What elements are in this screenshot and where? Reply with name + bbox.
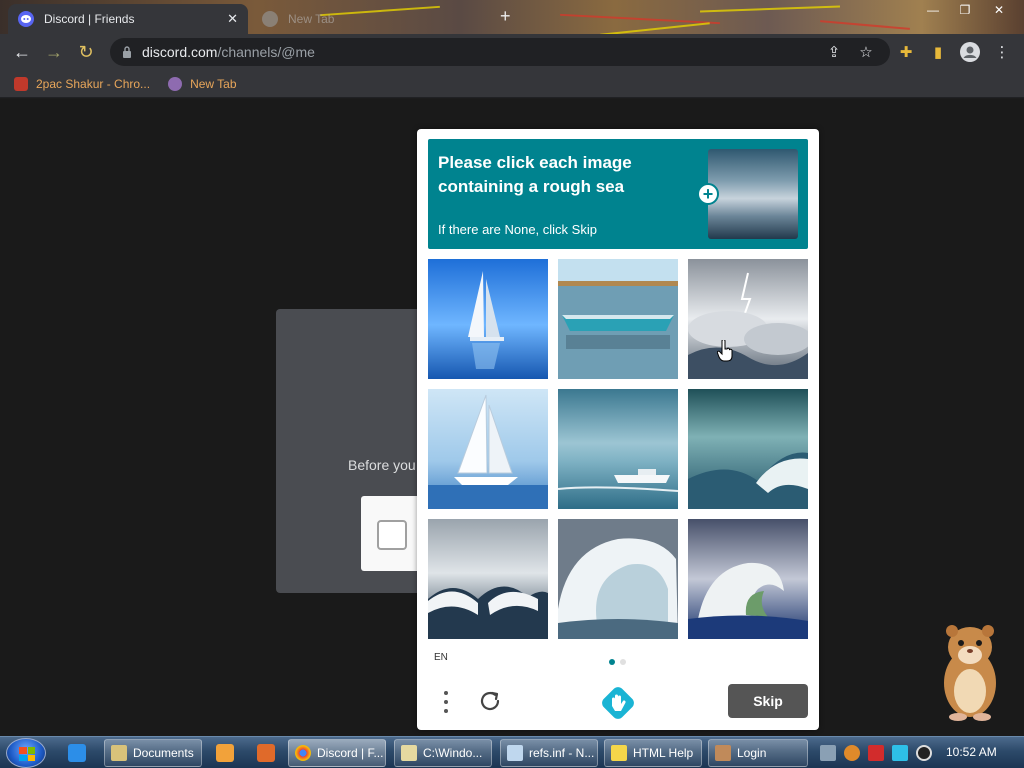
grid-image-6[interactable] [688,389,808,509]
example-image [708,149,798,239]
minimize-icon[interactable]: — [918,0,948,20]
grid-image-3[interactable] [688,259,808,379]
grid-image-5[interactable] [558,389,678,509]
chrome-icon [295,745,311,761]
bookmark-favicon-icon [168,76,183,91]
grid-image-9[interactable] [688,519,808,639]
menu-dots-icon[interactable] [441,691,451,717]
taskbar-item-explorer[interactable]: C:\Windo... [394,739,492,767]
internet-explorer-icon[interactable] [68,744,86,762]
profile-avatar-icon[interactable] [960,42,980,62]
app-launcher-icon[interactable] [257,744,275,762]
bookmark-2pac[interactable]: 2pac Shakur - Chro... [14,76,151,91]
browser-tab-strip: Discord | Friends ✕ New Tab + — ❐ ✕ [0,0,1024,34]
tray-flag-icon[interactable] [868,745,884,761]
captcha-checkbox[interactable] [377,520,407,550]
page-indicator [609,659,626,665]
forward-arrow-icon[interactable]: → [38,36,70,68]
verification-text: Before you [348,457,416,473]
taskbar-clock[interactable]: 10:52 AM [946,745,997,759]
extensions-puzzle-icon[interactable]: ✚ [896,42,916,62]
taskbar-item-documents[interactable]: Documents [104,739,202,767]
tray-volume-icon[interactable] [916,745,932,761]
grid-image-4[interactable] [428,389,548,509]
close-tab-icon[interactable]: ✕ [227,11,238,27]
grid-image-1[interactable] [428,259,548,379]
tab-new-tab[interactable]: New Tab [252,4,492,34]
challenge-title: Please click each image containing a rou… [438,153,632,196]
new-tab-favicon-icon [262,11,278,27]
challenge-prompt: Please click each image containing a rou… [428,139,808,249]
back-arrow-icon[interactable]: ← [6,36,38,68]
chrome-menu-icon[interactable]: ⋮ [992,42,1012,62]
grid-image-7[interactable] [428,519,548,639]
bookmark-label: New Tab [190,76,237,91]
bookmark-new-tab[interactable]: New Tab [168,76,237,91]
help-icon [611,745,627,761]
image-grid [428,259,808,639]
challenge-subtitle: If there are None, click Skip [438,222,597,237]
refresh-challenge-icon[interactable] [478,689,502,713]
tab-discord-friends[interactable]: Discord | Friends ✕ [8,4,248,34]
page-dot [620,659,626,665]
hand-pointer-cursor-icon [717,340,733,362]
taskbar-item-label: Discord | F... [317,746,384,760]
taskbar-item-label: Documents [133,746,194,760]
new-tab-plus-icon[interactable]: + [500,6,511,27]
grid-image-8[interactable] [558,519,678,639]
grid-image-2[interactable] [558,259,678,379]
bookmark-label: 2pac Shakur - Chro... [36,76,151,91]
share-icon[interactable]: ⇪ [824,42,844,62]
lock-icon [123,46,131,58]
hamster-sticker [944,625,996,721]
media-player-icon[interactable] [216,744,234,762]
taskbar-item-label: HTML Help [633,746,694,760]
page-dot-active [609,659,615,665]
taskbar-item-label: Login [737,746,767,760]
taskbar-item-discord[interactable]: Discord | F... [288,739,386,767]
bookmark-star-icon[interactable]: ☆ [856,42,876,62]
bookmarks-bar: 2pac Shakur - Chro... New Tab [0,70,1024,98]
text-file-icon [507,745,523,761]
browser-toolbar: ← → ↻ discord.com/channels/@me ⇪ ☆ ✚ ▮ ⋮ [0,34,1024,70]
url-host: discord.com [142,44,218,60]
tray-search-icon[interactable] [844,745,860,761]
url-path: /channels/@me [217,44,315,60]
notepad-icon [401,745,417,761]
hcaptcha-challenge: Please click each image containing a rou… [417,129,819,730]
tray-network-icon[interactable] [892,745,908,761]
challenge-footer: Skip [417,677,819,730]
bookmark-favicon-icon [14,76,28,91]
tab-title: New Tab [288,12,335,26]
taskbar-item-html-help[interactable]: HTML Help [604,739,702,767]
windows-taskbar: Documents Discord | F... C:\Windo... ref… [0,736,1024,768]
login-app-icon [715,745,731,761]
taskbar-item-label: C:\Windo... [423,746,483,760]
taskbar-item-refs[interactable]: refs.inf - N... [500,739,598,767]
discord-icon [18,11,34,27]
start-button[interactable] [6,738,46,768]
reload-icon[interactable]: ↻ [70,36,102,68]
skip-button[interactable]: Skip [728,684,808,718]
windows-logo-icon [19,747,35,761]
side-panel-icon[interactable]: ▮ [928,42,948,62]
expand-example-icon[interactable]: + [697,183,719,205]
maximize-icon[interactable]: ❐ [950,0,980,20]
window-close-icon[interactable]: ✕ [984,0,1014,20]
language-label[interactable]: EN [434,652,448,663]
address-bar[interactable]: discord.com/channels/@me [110,38,890,66]
tab-title: Discord | Friends [44,12,135,26]
taskbar-item-login[interactable]: Login [708,739,808,767]
folder-icon [111,745,127,761]
taskbar-item-label: refs.inf - N... [529,746,595,760]
hcaptcha-logo-icon [602,687,634,719]
tray-monitor-icon[interactable] [820,745,836,761]
